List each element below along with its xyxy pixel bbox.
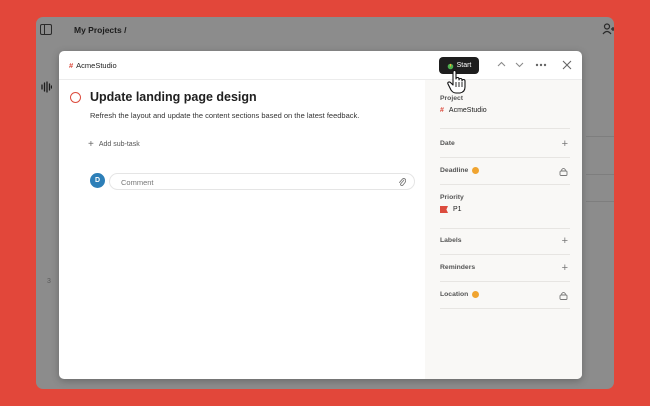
deadline-section[interactable]: Deadline [440, 167, 570, 185]
hand-cursor-icon [447, 70, 466, 94]
comment-input[interactable]: Comment [109, 173, 415, 190]
waveform-icon[interactable] [41, 81, 52, 93]
add-label-plus-icon[interactable]: + [562, 236, 568, 247]
task-description[interactable]: Refresh the layout and update the conten… [90, 111, 359, 120]
task-sidebar: Project # AcmeStudio Date + Deadline Pri… [425, 80, 582, 379]
reminders-section[interactable]: Reminders + [440, 263, 570, 282]
comment-placeholder: Comment [121, 178, 154, 187]
reminders-label: Reminders [440, 264, 476, 271]
project-breadcrumb-label: AcmeStudio [76, 61, 117, 70]
chevron-up-icon[interactable] [497, 60, 506, 69]
hash-icon: # [440, 107, 444, 114]
date-label: Date [440, 140, 455, 147]
timer-icon [447, 63, 453, 69]
close-icon[interactable] [562, 60, 572, 70]
upgrade-badge-icon [472, 167, 480, 174]
divider [586, 201, 614, 202]
labels-section[interactable]: Labels + [440, 236, 570, 255]
task-main: Update landing page design Refresh the l… [59, 80, 425, 379]
attachment-icon[interactable] [398, 177, 406, 187]
project-label: Project [440, 95, 464, 102]
priority-value-row: P1 [440, 206, 570, 213]
plus-icon: + [88, 139, 94, 150]
labels-label: Labels [440, 237, 462, 244]
project-section[interactable]: Project # AcmeStudio [440, 95, 570, 129]
app-breadcrumb[interactable]: My Projects / [74, 25, 126, 35]
upgrade-badge-icon [472, 291, 480, 298]
project-value-row: # AcmeStudio [440, 107, 570, 114]
location-label: Location [440, 291, 469, 298]
deadline-label-row: Deadline [440, 167, 570, 174]
location-label-row: Location [440, 291, 570, 298]
lock-icon [559, 168, 568, 176]
project-value: AcmeStudio [448, 107, 487, 114]
task-title[interactable]: Update landing page design [90, 90, 257, 104]
app-sidebar: 3 [36, 43, 56, 389]
side-count: 3 [47, 278, 51, 285]
add-subtask-label: Add sub-task [98, 141, 140, 148]
add-subtask-button[interactable]: + Add sub-task [88, 139, 140, 150]
modal-header: # AcmeStudio Start [59, 51, 582, 80]
sidebar-toggle-icon[interactable] [40, 24, 52, 35]
start-label: Start [456, 62, 472, 69]
date-section[interactable]: Date + [440, 139, 570, 158]
task-detail-modal: # AcmeStudio Start Update landing page d… [59, 51, 582, 379]
priority-value: P1 [453, 206, 462, 213]
app-topbar: My Projects / [36, 17, 614, 43]
location-section[interactable]: Location [440, 291, 570, 309]
project-breadcrumb[interactable]: # AcmeStudio [69, 61, 117, 70]
flag-icon [440, 206, 448, 213]
deadline-label: Deadline [440, 167, 469, 174]
divider [586, 174, 614, 175]
lock-icon [559, 292, 568, 300]
divider [586, 136, 614, 137]
add-date-plus-icon[interactable]: + [562, 139, 568, 150]
complete-task-checkbox[interactable] [70, 92, 81, 103]
priority-label: Priority [440, 194, 464, 201]
priority-section[interactable]: Priority P1 [440, 194, 570, 229]
add-reminder-plus-icon[interactable]: + [562, 263, 568, 274]
more-options-icon[interactable] [535, 63, 547, 67]
hash-icon: # [69, 61, 74, 70]
avatar: D [90, 173, 105, 188]
chevron-down-icon[interactable] [515, 60, 524, 69]
user-add-icon[interactable] [602, 23, 614, 35]
